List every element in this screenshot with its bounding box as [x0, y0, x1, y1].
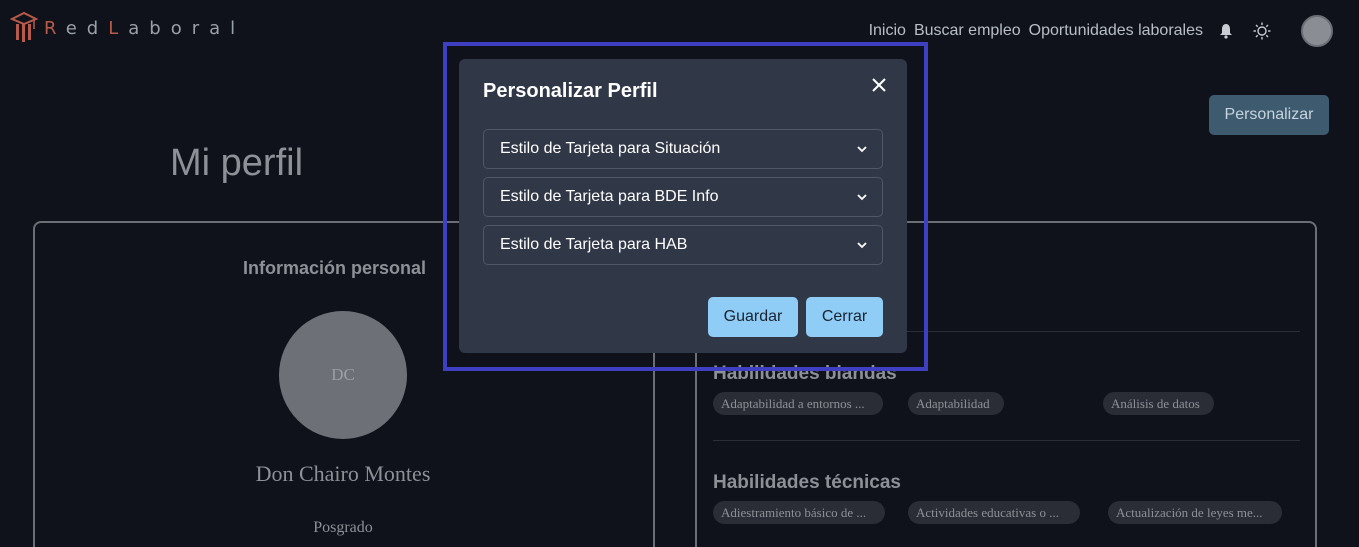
hab-style-select[interactable]: Estilo de Tarjeta para HAB — [483, 225, 883, 265]
select-value: Estilo de Tarjeta para Situación — [500, 140, 721, 157]
select-value: Estilo de Tarjeta para HAB — [500, 236, 688, 253]
select-value: Estilo de Tarjeta para BDE Info — [500, 188, 719, 205]
personalize-profile-modal: Personalizar Perfil Estilo de Tarjeta pa… — [459, 59, 907, 353]
bde-info-style-select[interactable]: Estilo de Tarjeta para BDE Info — [483, 177, 883, 217]
save-button[interactable]: Guardar — [708, 297, 798, 337]
chevron-down-icon — [857, 194, 867, 201]
close-icon[interactable] — [867, 73, 891, 97]
chevron-down-icon — [857, 242, 867, 249]
cancel-button[interactable]: Cerrar — [806, 297, 883, 337]
modal-title: Personalizar Perfil — [483, 80, 658, 102]
situation-style-select[interactable]: Estilo de Tarjeta para Situación — [483, 129, 883, 169]
chevron-down-icon — [857, 146, 867, 153]
